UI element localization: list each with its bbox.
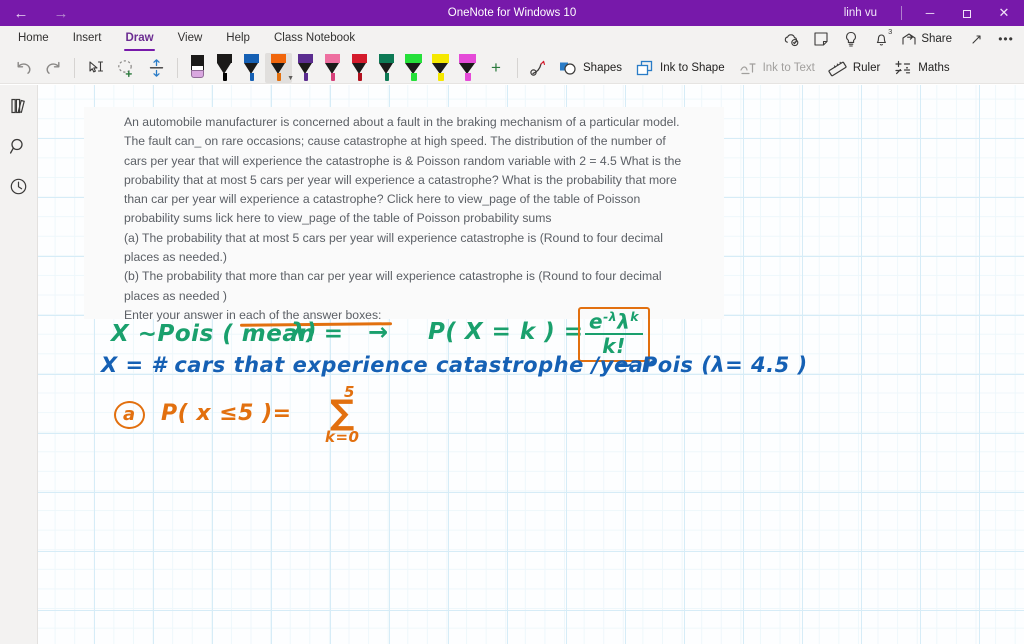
share-button[interactable]: Share: [897, 27, 960, 51]
ink-line-1-probability-expression: P( X = k ) =: [428, 319, 584, 345]
formula-exponent-neg-lambda: -λ: [603, 309, 618, 324]
restore-icon: [962, 9, 971, 18]
share-label: Share: [921, 33, 952, 45]
highlighter-green[interactable]: [400, 53, 427, 83]
onenote-window: ← → OneNote for Windows 10 linh vu ─ ✕ H…: [0, 0, 1024, 644]
forward-icon[interactable]: →: [48, 2, 74, 24]
search-button[interactable]: [4, 133, 34, 159]
draw-toolbar: ▼ + Shapes Ink to Shape Ink to Text Rule…: [0, 52, 1024, 84]
close-button[interactable]: ✕: [984, 0, 1024, 26]
ink-layer[interactable]: X ~Pois ( mean = λ) → P( X = k ) = e-λλk…: [38, 85, 1024, 644]
ink-replay-button[interactable]: [524, 53, 554, 83]
highlighter-magenta[interactable]: [454, 53, 481, 83]
lightbulb-icon[interactable]: [837, 27, 865, 51]
maths-button[interactable]: Maths: [889, 54, 958, 82]
ink-part-a-marker: a: [123, 404, 136, 425]
pen-black[interactable]: [211, 53, 238, 83]
pen-purple[interactable]: [292, 53, 319, 83]
ribbon-tab-bar: Home Insert Draw View Help Class Noteboo…: [0, 26, 1024, 52]
expand-diagonal-icon[interactable]: [962, 27, 990, 51]
pen-red[interactable]: [346, 53, 373, 83]
title-bar: ← → OneNote for Windows 10 linh vu ─ ✕: [0, 0, 1024, 26]
eraser-icon: [189, 53, 206, 83]
back-icon[interactable]: ←: [8, 2, 34, 24]
ink-summation-lower-limit: k=0: [325, 428, 360, 446]
insert-space-tool[interactable]: [141, 53, 171, 83]
ink-to-shape-label: Ink to Shape: [660, 61, 725, 74]
notifications-count: 3: [888, 27, 893, 36]
redo-button[interactable]: [38, 53, 68, 83]
pen-green[interactable]: [373, 53, 400, 83]
toolbar-divider-3: [517, 57, 518, 78]
pen-orange[interactable]: ▼: [265, 52, 294, 83]
ink-summation-sigma: ∑: [330, 393, 355, 433]
restore-button[interactable]: [948, 0, 984, 26]
ink-line-1-lambda: λ): [291, 319, 318, 345]
ink-part-a-expression: P( x ≤5 )=: [161, 401, 292, 426]
select-text-tool[interactable]: [81, 53, 111, 83]
minimize-button[interactable]: ─: [912, 0, 948, 26]
notebooks-icon: [11, 98, 25, 114]
ruler-label: Ruler: [852, 61, 881, 74]
tab-class-notebook[interactable]: Class Notebook: [262, 26, 367, 52]
clock-icon: [10, 178, 27, 194]
ink-line-2-distribution: ~ Pois (λ= 4.5 ): [616, 353, 808, 377]
ink-line-1-arrow: →: [368, 318, 389, 346]
account-name[interactable]: linh vu: [840, 7, 891, 19]
highlighter-yellow[interactable]: [427, 53, 454, 83]
ink-to-text-button[interactable]: Ink to Text: [734, 54, 824, 82]
title-bar-right: linh vu ─ ✕: [840, 0, 1024, 26]
eraser-tool[interactable]: [184, 53, 211, 83]
ink-to-text-label: Ink to Text: [762, 61, 815, 74]
ink-to-shape-icon: [636, 60, 653, 75]
pen-blue[interactable]: [238, 53, 265, 83]
title-bar-navigation: ← →: [0, 2, 74, 24]
ink-to-text-icon: [739, 62, 756, 74]
add-pen-button[interactable]: +: [481, 53, 511, 83]
ruler-icon: [828, 61, 847, 76]
note-page-canvas[interactable]: An automobile manufacturer is concerned …: [38, 85, 1024, 644]
tab-view[interactable]: View: [166, 26, 215, 52]
lasso-select-tool[interactable]: [111, 53, 141, 83]
toolbar-divider-2: [177, 57, 178, 78]
tab-insert[interactable]: Insert: [61, 26, 114, 52]
notifications-button[interactable]: 3: [867, 27, 895, 51]
show-notebooks-button[interactable]: [4, 93, 34, 119]
tab-help[interactable]: Help: [214, 26, 262, 52]
sticky-note-icon[interactable]: [807, 27, 835, 51]
left-navigation-rail: [0, 85, 38, 644]
tab-draw[interactable]: Draw: [113, 26, 165, 52]
bell-icon: [876, 34, 886, 46]
ink-line-2: X = # cars that experience catastrophe /…: [101, 353, 655, 377]
tab-home[interactable]: Home: [6, 26, 61, 52]
recent-notes-button[interactable]: [4, 173, 34, 199]
ruler-button[interactable]: Ruler: [824, 54, 889, 82]
formula-lambda: λ: [617, 309, 631, 334]
ink-formula-fraction: e-λλk k!: [585, 309, 643, 356]
pen-pink[interactable]: [319, 53, 346, 83]
ink-to-shape-button[interactable]: Ink to Shape: [631, 54, 734, 82]
maths-label: Maths: [918, 61, 950, 74]
shapes-button[interactable]: Shapes: [554, 54, 631, 82]
shapes-label: Shapes: [583, 61, 623, 74]
more-options-button[interactable]: •••: [992, 27, 1020, 51]
sync-cloud-icon[interactable]: [777, 27, 805, 51]
formula-numerator: e: [589, 309, 604, 334]
toolbar-divider: [74, 57, 75, 78]
undo-button[interactable]: [8, 53, 38, 83]
formula-exponent-k: k: [630, 309, 639, 324]
shapes-icon: [560, 62, 576, 75]
search-icon: [9, 138, 23, 154]
maths-icon: [895, 60, 911, 74]
title-bar-divider: [901, 6, 902, 20]
share-icon: [902, 32, 916, 44]
ribbon-right-commands: 3 Share •••: [777, 26, 1020, 52]
